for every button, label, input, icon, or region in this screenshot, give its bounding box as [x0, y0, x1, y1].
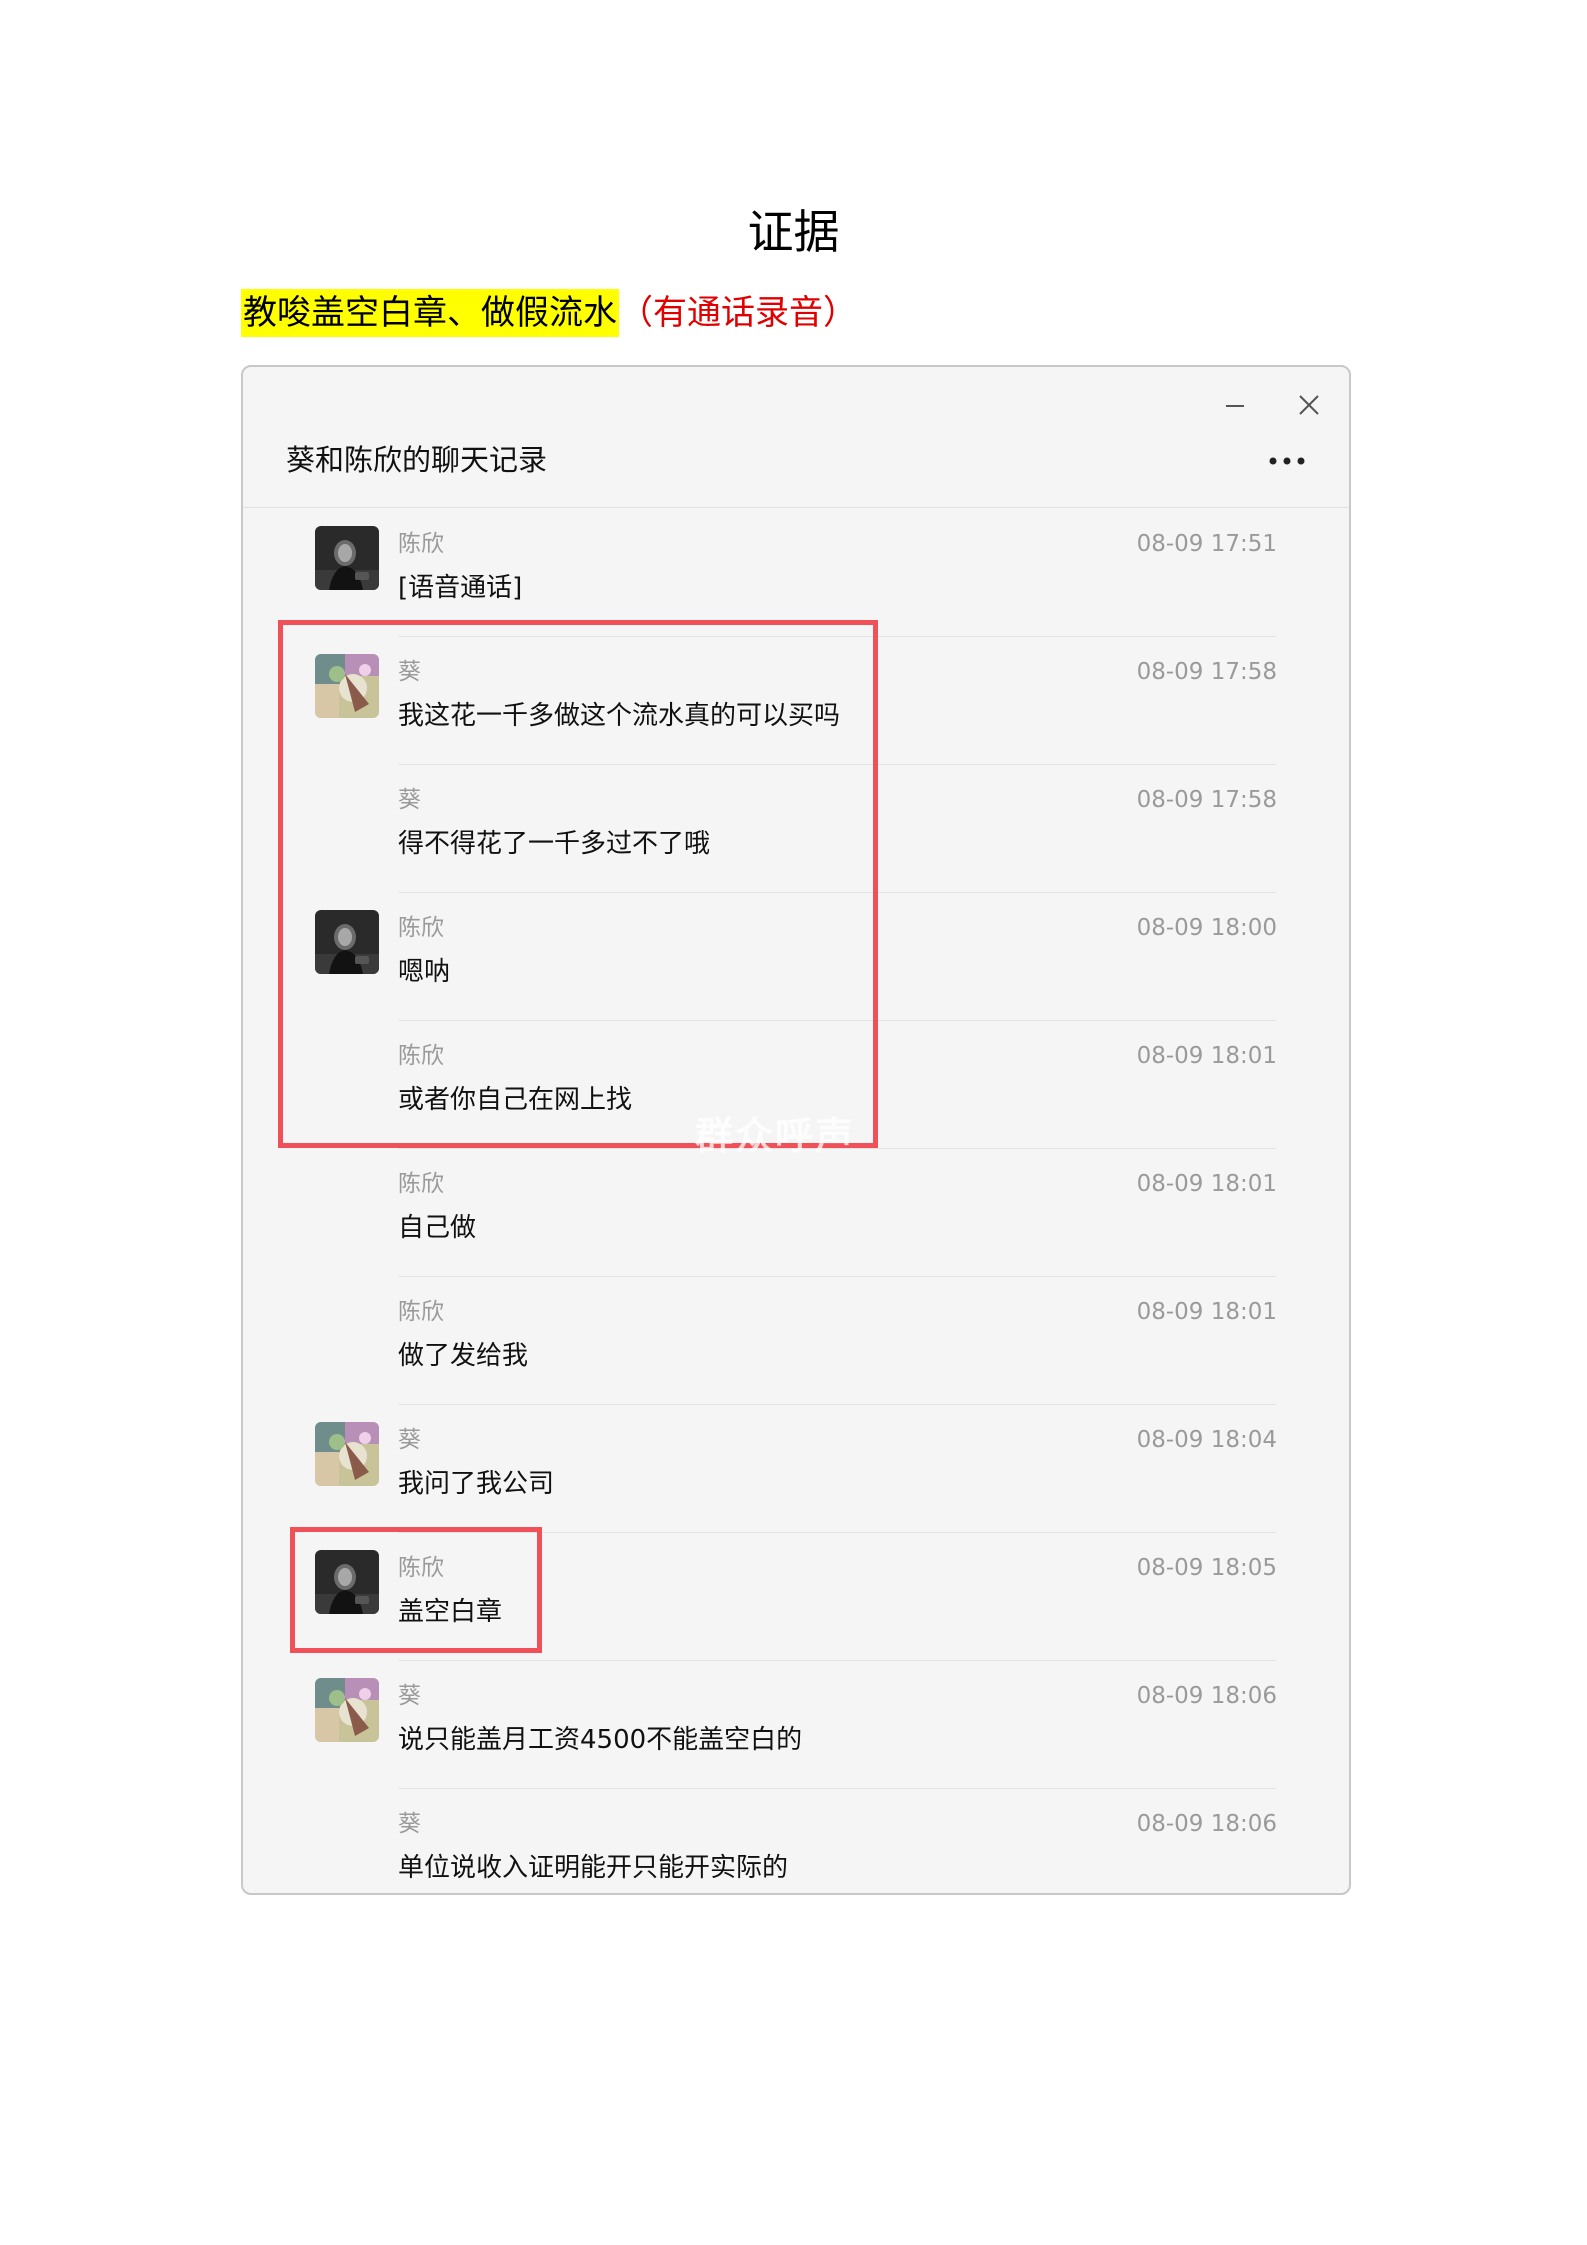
more-horizontal-icon [1269, 457, 1305, 465]
close-icon [1299, 395, 1319, 415]
avatar-kui[interactable] [315, 1678, 379, 1742]
highlight-box-blank-seal [290, 1527, 542, 1653]
caption-highlight: 教唆盖空白章、做假流水 [241, 289, 619, 337]
message-item[interactable]: 陈欣 08-09 17:51 [语音通话] [243, 508, 1349, 636]
highlight-box-flow-discussion [278, 620, 878, 1148]
message-time: 08-09 18:06 [1136, 1811, 1277, 1837]
message-time: 08-09 18:05 [1136, 1555, 1277, 1581]
message-text: 自己做 [398, 1213, 477, 1243]
watermark: 群众呼声 [695, 1114, 856, 1158]
more-options-button[interactable] [1259, 443, 1315, 479]
message-divider [398, 1404, 1276, 1405]
message-text: 说只能盖月工资4500不能盖空白的 [398, 1725, 803, 1755]
message-time: 08-09 18:01 [1136, 1043, 1277, 1069]
message-text: 做了发给我 [398, 1341, 529, 1371]
message-sender: 陈欣 [398, 1171, 444, 1197]
message-time: 08-09 17:58 [1136, 787, 1277, 813]
message-divider [398, 1276, 1276, 1277]
minimize-button[interactable] [1209, 379, 1261, 431]
message-time: 08-09 18:01 [1136, 1299, 1277, 1325]
message-time: 08-09 18:04 [1136, 1427, 1277, 1453]
message-text: 我问了我公司 [398, 1469, 555, 1499]
message-divider [398, 1788, 1276, 1789]
message-time: 08-09 17:51 [1136, 531, 1277, 557]
message-text: 单位说收入证明能开只能开实际的 [398, 1853, 789, 1883]
message-item[interactable]: 葵 08-09 18:06 说只能盖月工资4500不能盖空白的 [243, 1660, 1349, 1788]
window-title: 葵和陈欣的聊天记录 [286, 443, 548, 477]
avatar-kui[interactable] [315, 1422, 379, 1486]
message-divider [398, 1660, 1276, 1661]
avatar-chenxin[interactable] [315, 526, 379, 590]
message-time: 08-09 18:01 [1136, 1171, 1277, 1197]
minimize-icon [1226, 405, 1244, 407]
message-sender: 葵 [398, 1683, 421, 1709]
message-sender: 葵 [398, 1811, 421, 1837]
document-title: 证据 [747, 205, 840, 259]
message-text: [语音通话] [398, 573, 523, 603]
message-sender: 陈欣 [398, 531, 444, 557]
message-time: 08-09 18:00 [1136, 915, 1277, 941]
message-time: 08-09 18:06 [1136, 1683, 1277, 1709]
message-sender: 陈欣 [398, 1299, 444, 1325]
message-item[interactable]: 陈欣 08-09 18:01 自己做 [243, 1148, 1349, 1276]
close-button[interactable] [1283, 379, 1335, 431]
message-time: 08-09 17:58 [1136, 659, 1277, 685]
message-item[interactable]: 葵 08-09 18:06 单位说收入证明能开只能开实际的 [243, 1788, 1349, 1893]
message-sender: 葵 [398, 1427, 421, 1453]
message-item[interactable]: 葵 08-09 18:04 我问了我公司 [243, 1404, 1349, 1532]
caption-note: （有通话录音） [619, 293, 857, 333]
evidence-caption: 教唆盖空白章、做假流水（有通话录音） [241, 283, 857, 343]
message-item[interactable]: 陈欣 08-09 18:01 做了发给我 [243, 1276, 1349, 1404]
